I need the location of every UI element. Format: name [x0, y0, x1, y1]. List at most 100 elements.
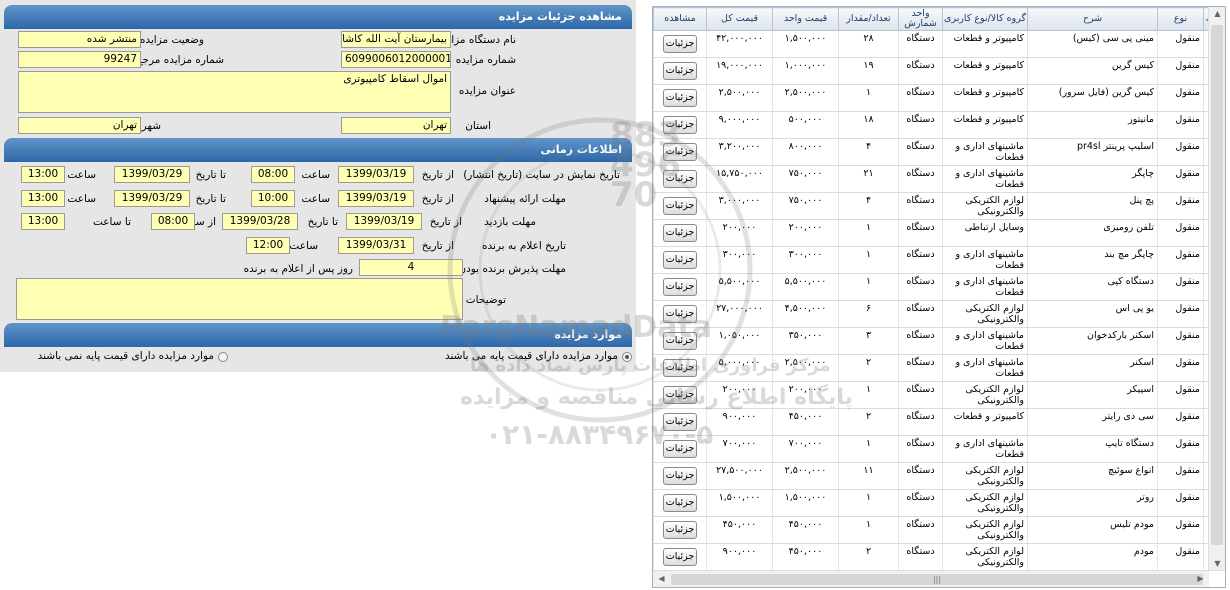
table-row: ۱۶منقولدستگاه تایپماشینهای اداری و قطعات…: [653, 435, 1225, 463]
details-button[interactable]: جزئیات: [663, 413, 697, 431]
col-group[interactable]: گروه کالا/نوع کاربری: [942, 7, 1028, 31]
details-button[interactable]: جزئیات: [663, 440, 697, 458]
subject-label: عنوان مزایده: [458, 85, 516, 97]
col-type[interactable]: نوع: [1157, 7, 1204, 31]
row-unit: دستگاه: [898, 327, 943, 355]
col-unit-price[interactable]: قیمت واحد: [772, 7, 839, 31]
row-quantity: ۲: [838, 543, 899, 571]
visit-to-date: 1399/03/28: [222, 213, 298, 230]
table-row: ۶منقولچاپگرماشینهای اداری و قطعاتدستگاه۲…: [653, 165, 1225, 193]
row-total-price: ۲۷,۵۰۰,۰۰۰: [706, 462, 773, 490]
details-button[interactable]: جزئیات: [663, 62, 697, 80]
details-button[interactable]: جزئیات: [663, 521, 697, 539]
row-quantity: ۶: [838, 300, 899, 328]
row-unit-price: ۷۰۰,۰۰۰: [772, 435, 839, 463]
vertical-scrollbar[interactable]: ▲ ▼: [1208, 7, 1225, 570]
row-unit: دستگاه: [898, 111, 943, 139]
details-button[interactable]: جزئیات: [663, 548, 697, 566]
table-row: ۱۵منقولسی دی رایترکامپیوتر و قطعاتدستگاه…: [653, 408, 1225, 436]
details-button[interactable]: جزئیات: [663, 197, 697, 215]
row-type: منقول: [1157, 219, 1204, 247]
row-view-cell: جزئیات: [653, 408, 707, 436]
details-button[interactable]: جزئیات: [663, 170, 697, 188]
vertical-scroll-thumb[interactable]: [1211, 25, 1223, 545]
row-type: منقول: [1157, 84, 1204, 112]
scroll-left-icon[interactable]: ◀: [653, 574, 670, 583]
row-group: لوازم الکتریکی والکترونیکی: [942, 516, 1028, 544]
row-view-cell: جزئیات: [653, 327, 707, 355]
col-description[interactable]: شرح: [1027, 7, 1158, 31]
details-button[interactable]: جزئیات: [663, 359, 697, 377]
table-row: ۵منقولاسلیپ پرینتر pr4slماشینهای اداری و…: [653, 138, 1225, 166]
table-row: ۱۹منقولمودم تلیسلوازم الکتریکی والکترونی…: [653, 516, 1225, 544]
horizontal-scroll-thumb[interactable]: |||: [671, 574, 1203, 585]
details-button[interactable]: جزئیات: [663, 278, 697, 296]
row-view-cell: جزئیات: [653, 489, 707, 517]
row-quantity: ۱: [838, 516, 899, 544]
with-base-price-label: موارد مزایده دارای قیمت پایه می باشند: [444, 350, 618, 362]
col-view[interactable]: مشاهده: [653, 7, 707, 31]
details-button[interactable]: جزئیات: [663, 251, 697, 269]
row-total-price: ۴۵۰,۰۰۰: [706, 516, 773, 544]
publish-from-time: 08:00: [251, 166, 295, 183]
row-unit-price: ۷۵۰,۰۰۰: [772, 165, 839, 193]
row-quantity: ۱۸: [838, 111, 899, 139]
announce-date-label: از تاریخ: [421, 240, 454, 252]
visit-deadline-label: مهلت بازدید: [484, 216, 536, 228]
city-field: تهران: [18, 117, 141, 134]
scroll-right-icon[interactable]: ▶: [1192, 574, 1209, 583]
details-button[interactable]: جزئیات: [663, 386, 697, 404]
row-quantity: ۱: [838, 381, 899, 409]
items-table: ردیف نوع شرح گروه کالا/نوع کاربری واحد ش…: [653, 7, 1225, 571]
row-type: منقول: [1157, 354, 1204, 382]
details-button[interactable]: جزئیات: [663, 494, 697, 512]
table-row: ۴منقولمانیتورکامپیوتر و قطعاتدستگاه۱۸۵۰۰…: [653, 111, 1225, 139]
col-quantity[interactable]: تعداد/مقدار: [838, 7, 899, 31]
row-group: ماشینهای اداری و قطعات: [942, 165, 1028, 193]
horizontal-scrollbar[interactable]: ◀ ||| ▶: [653, 570, 1209, 587]
details-button[interactable]: جزئیات: [663, 89, 697, 107]
row-view-cell: جزئیات: [653, 273, 707, 301]
row-view-cell: جزئیات: [653, 111, 707, 139]
visit-from-time: 08:00: [151, 213, 195, 230]
row-group: ماشینهای اداری و قطعات: [942, 246, 1028, 274]
details-button[interactable]: جزئیات: [663, 143, 697, 161]
auction-number-field: 6099006012000001: [341, 51, 451, 68]
details-button[interactable]: جزئیات: [663, 467, 697, 485]
row-total-price: ۲۰۰,۰۰۰: [706, 219, 773, 247]
row-unit-price: ۲۰۰,۰۰۰: [772, 219, 839, 247]
row-total-price: ۱۹,۰۰۰,۰۰۰: [706, 57, 773, 85]
details-button[interactable]: جزئیات: [663, 116, 697, 134]
with-base-price-radio[interactable]: [622, 352, 632, 362]
row-unit: دستگاه: [898, 300, 943, 328]
visit-to-date-label: تا تاریخ: [307, 216, 338, 228]
details-button[interactable]: جزئیات: [663, 35, 697, 53]
row-unit-price: ۸۰۰,۰۰۰: [772, 138, 839, 166]
details-button[interactable]: جزئیات: [663, 305, 697, 323]
row-type: منقول: [1157, 381, 1204, 409]
row-quantity: ۱: [838, 246, 899, 274]
row-unit: دستگاه: [898, 435, 943, 463]
row-view-cell: جزئیات: [653, 354, 707, 382]
col-total-price[interactable]: قیمت کل: [706, 7, 773, 31]
row-quantity: ۴: [838, 138, 899, 166]
row-description: مانیتور: [1027, 111, 1158, 139]
announce-label: تاریخ اعلام به برنده: [481, 240, 566, 252]
scroll-up-icon[interactable]: ▲: [1209, 9, 1225, 18]
publish-from-time-label: ساعت: [301, 169, 330, 181]
scroll-down-icon[interactable]: ▼: [1209, 559, 1225, 568]
publish-from-date-label: از تاریخ: [421, 169, 454, 181]
row-group: کامپیوتر و قطعات: [942, 111, 1028, 139]
row-unit: دستگاه: [898, 408, 943, 436]
row-type: منقول: [1157, 516, 1204, 544]
col-unit[interactable]: واحد شمارش: [898, 7, 943, 31]
row-unit: دستگاه: [898, 57, 943, 85]
row-view-cell: جزئیات: [653, 381, 707, 409]
row-view-cell: جزئیات: [653, 138, 707, 166]
row-description: دستگاه تایپ: [1027, 435, 1158, 463]
row-total-price: ۱۵,۷۵۰,۰۰۰: [706, 165, 773, 193]
details-button[interactable]: جزئیات: [663, 332, 697, 350]
publish-to-time-label: ساعت: [67, 169, 96, 181]
without-base-price-radio[interactable]: [218, 352, 228, 362]
details-button[interactable]: جزئیات: [663, 224, 697, 242]
